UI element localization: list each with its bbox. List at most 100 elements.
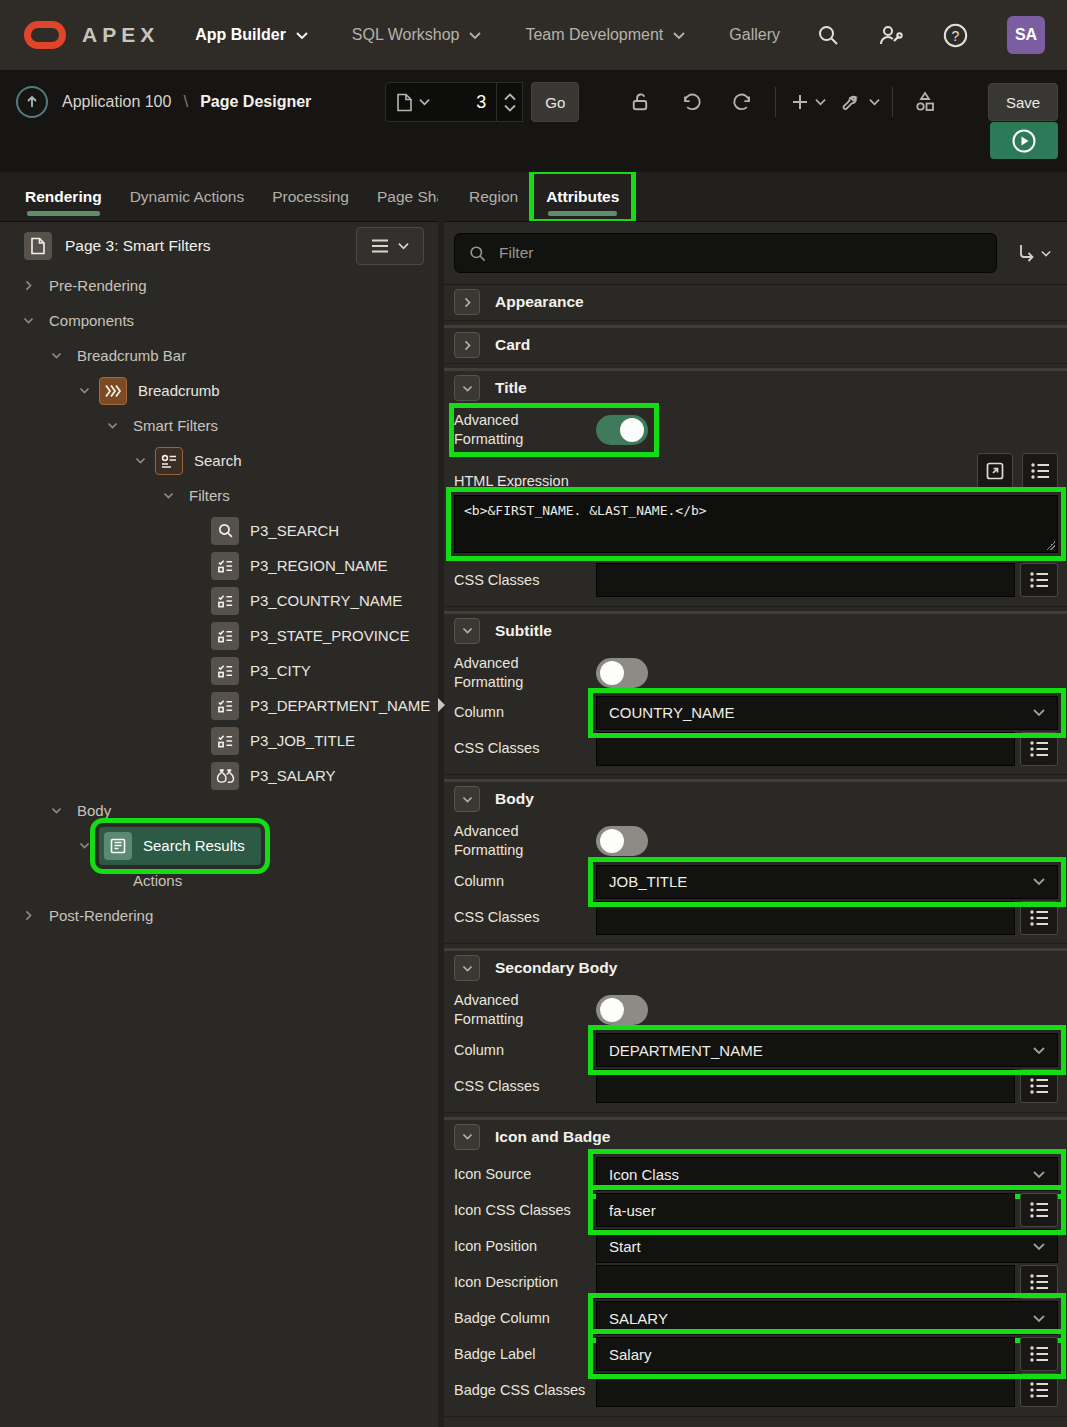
expand-section-icon[interactable]: [454, 289, 480, 315]
tab-attributes[interactable]: Attributes: [532, 172, 633, 221]
expand-section-icon[interactable]: [454, 332, 480, 358]
create-menu-button[interactable]: [782, 82, 834, 122]
input-css-classes[interactable]: [596, 1069, 1015, 1103]
go-button[interactable]: Go: [531, 82, 579, 122]
nav-app-builder[interactable]: App Builder: [195, 26, 308, 44]
chevron-down-icon[interactable]: [44, 799, 68, 823]
run-page-button[interactable]: [990, 122, 1058, 159]
collapse-section-icon[interactable]: [454, 786, 480, 812]
toggle-advanced-formatting[interactable]: [596, 658, 648, 688]
list-of-values-icon[interactable]: [1020, 1373, 1058, 1407]
tree-node-p3-country-name[interactable]: P3_COUNTRY_NAME: [0, 583, 438, 618]
section-header[interactable]: Subtitle: [444, 614, 1067, 648]
section-header[interactable]: Card: [444, 328, 1067, 362]
list-of-values-icon[interactable]: [1020, 732, 1058, 766]
tree-root-page[interactable]: Page 3: Smart Filters: [0, 224, 438, 268]
chevron-down-icon[interactable]: [72, 834, 96, 858]
chevron-down-icon[interactable]: [72, 379, 96, 403]
chevron-right-icon[interactable]: [16, 274, 40, 298]
tree-menu-button[interactable]: [356, 227, 424, 265]
input-css-classes[interactable]: [596, 563, 1015, 597]
save-button[interactable]: Save: [988, 83, 1058, 121]
page-finder-field[interactable]: 3: [385, 82, 497, 122]
tree-node-p3-job-title[interactable]: P3_JOB_TITLE: [0, 723, 438, 758]
tree-node-smart-filters[interactable]: Smart Filters: [0, 408, 438, 443]
input-badge-css-classes[interactable]: [596, 1373, 1015, 1407]
tree-node-p3-region-name[interactable]: P3_REGION_NAME: [0, 548, 438, 583]
tree-node-post-rendering[interactable]: Post-Rendering: [0, 898, 438, 933]
collapse-section-icon[interactable]: [454, 955, 480, 981]
section-header[interactable]: Secondary Body: [444, 951, 1067, 985]
tree-node-components[interactable]: Components: [0, 303, 438, 338]
tab-dynamic-actions[interactable]: Dynamic Actions: [116, 172, 259, 221]
tree-node-search-results[interactable]: Search Results: [0, 828, 438, 863]
lock-button[interactable]: [613, 82, 665, 122]
input-icon-css-classes[interactable]: fa-user: [596, 1193, 1015, 1227]
list-of-values-icon[interactable]: [1020, 1069, 1058, 1103]
tree-node-p3-search[interactable]: P3_SEARCH: [0, 513, 438, 548]
section-header[interactable]: Appearance: [444, 285, 1067, 319]
input-badge-label[interactable]: Salary: [596, 1337, 1015, 1371]
breadcrumb-application[interactable]: Application 100: [62, 93, 171, 111]
chevron-down-icon[interactable]: [44, 344, 68, 368]
select-column[interactable]: DEPARTMENT_NAME: [596, 1033, 1058, 1067]
chevron-down-icon[interactable]: [156, 484, 180, 508]
list-of-values-icon[interactable]: [1020, 1265, 1058, 1299]
undo-button[interactable]: [665, 82, 717, 122]
tab-page-shar[interactable]: Page Shar: [363, 172, 438, 221]
input-css-classes[interactable]: [596, 901, 1015, 935]
redo-button[interactable]: [717, 82, 769, 122]
tree-node-breadcrumb-bar[interactable]: Breadcrumb Bar: [0, 338, 438, 373]
chevron-down-icon[interactable]: [128, 449, 152, 473]
up-level-icon[interactable]: [16, 86, 48, 118]
tree-node-body[interactable]: Body: [0, 793, 438, 828]
open-dialog-icon[interactable]: [977, 453, 1013, 489]
collapse-section-icon[interactable]: [454, 375, 480, 401]
tree-node-pre-rendering[interactable]: Pre-Rendering: [0, 268, 438, 303]
filter-input[interactable]: Filter: [454, 233, 997, 273]
select-column[interactable]: JOB_TITLE: [596, 865, 1058, 899]
chevron-right-icon[interactable]: [16, 904, 40, 928]
search-icon[interactable]: [816, 23, 840, 47]
list-icon[interactable]: [1022, 453, 1058, 489]
shared-components-button[interactable]: [899, 82, 951, 122]
select-icon-position[interactable]: Start: [596, 1229, 1058, 1263]
chevron-down-icon[interactable]: [16, 309, 40, 333]
list-of-values-icon[interactable]: [1020, 901, 1058, 935]
toggle-advanced-formatting[interactable]: [596, 995, 648, 1025]
splitter-handle[interactable]: [438, 698, 444, 714]
utilities-menu-button[interactable]: [834, 82, 886, 122]
nav-team-development[interactable]: Team Development: [525, 26, 685, 44]
section-header[interactable]: Icon and Badge: [444, 1120, 1067, 1154]
toggle-advanced-formatting[interactable]: [596, 415, 648, 445]
page-spinner[interactable]: [497, 82, 523, 122]
tree-node-p3-salary[interactable]: P3_SALARY: [0, 758, 438, 793]
admin-icon[interactable]: [878, 23, 904, 47]
tree-node-p3-city[interactable]: P3_CITY: [0, 653, 438, 688]
select-icon-source[interactable]: Icon Class: [596, 1157, 1058, 1191]
chevron-down-icon[interactable]: [100, 414, 124, 438]
tree-node-breadcrumb[interactable]: Breadcrumb: [0, 373, 438, 408]
tab-rendering[interactable]: Rendering: [11, 172, 116, 221]
go-to-group-button[interactable]: [1017, 243, 1051, 263]
page-number[interactable]: 3: [476, 92, 486, 113]
select-badge-column[interactable]: SALARY: [596, 1301, 1058, 1335]
collapse-section-icon[interactable]: [454, 1124, 480, 1150]
input-css-classes[interactable]: [596, 732, 1015, 766]
avatar[interactable]: SA: [1007, 16, 1045, 54]
nav-sql-workshop[interactable]: SQL Workshop: [352, 26, 482, 44]
tree-node-filters[interactable]: Filters: [0, 478, 438, 513]
input-icon-description[interactable]: [596, 1265, 1015, 1299]
tree-node-p3-department-name[interactable]: P3_DEPARTMENT_NAME: [0, 688, 438, 723]
tree-node-actions[interactable]: Actions: [0, 863, 438, 898]
toggle-advanced-formatting[interactable]: [596, 826, 648, 856]
tree-node-p3-state-province[interactable]: P3_STATE_PROVINCE: [0, 618, 438, 653]
tab-region[interactable]: Region: [455, 172, 532, 221]
select-column[interactable]: COUNTRY_NAME: [596, 696, 1058, 730]
nav-gallery[interactable]: Gallery: [729, 26, 780, 44]
list-of-values-icon[interactable]: [1020, 1193, 1058, 1227]
list-of-values-icon[interactable]: [1020, 1337, 1058, 1371]
tab-processing[interactable]: Processing: [258, 172, 363, 221]
help-icon[interactable]: ?: [942, 22, 969, 49]
list-of-values-icon[interactable]: [1020, 563, 1058, 597]
